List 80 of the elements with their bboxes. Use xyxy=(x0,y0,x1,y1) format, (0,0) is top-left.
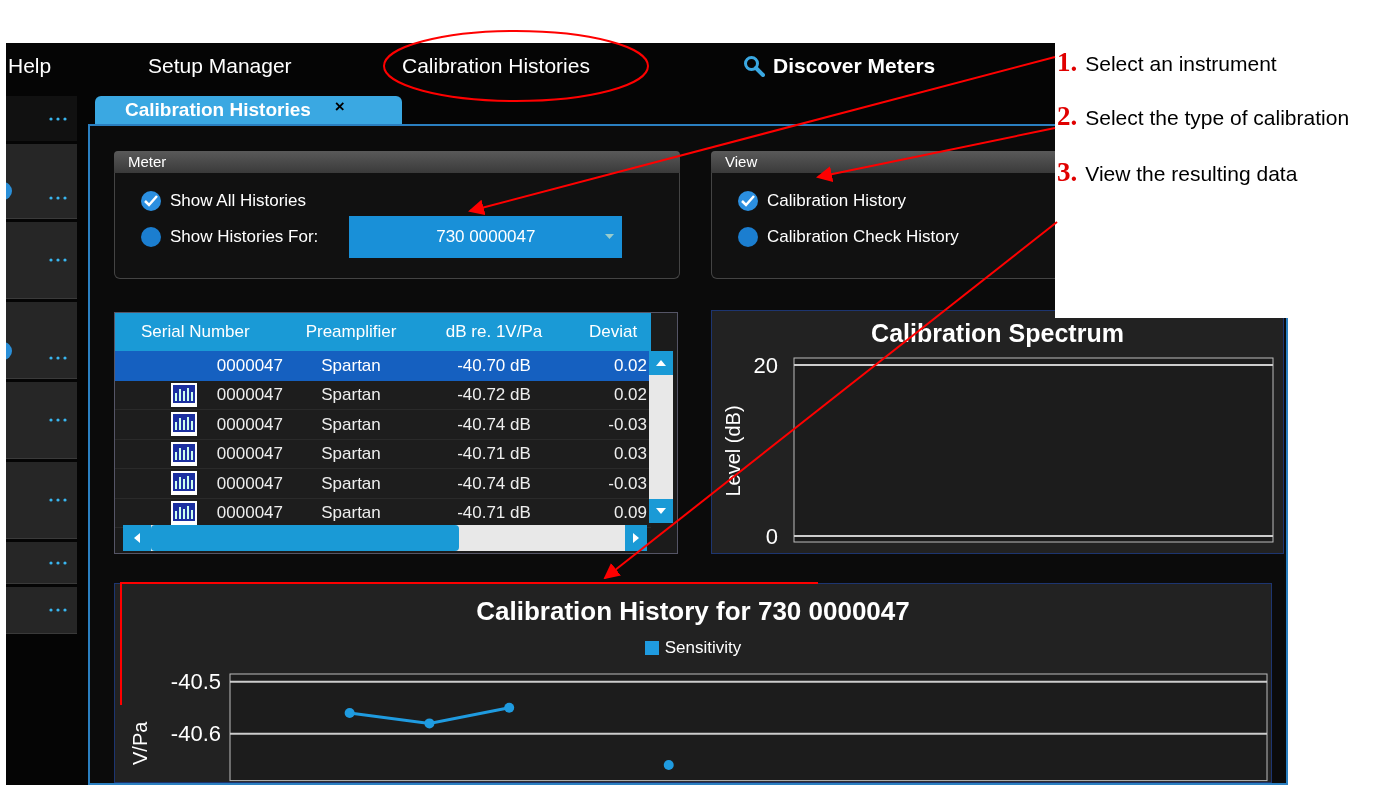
more-icon[interactable] xyxy=(49,258,67,262)
axis-tick-label: 20 xyxy=(753,353,778,378)
menu-item[interactable]: Setup Manager xyxy=(148,50,402,82)
down-arrow-icon xyxy=(656,508,666,514)
axis-tick-label: -40.6 xyxy=(170,720,221,746)
table-cell-text: -40.70 dB xyxy=(457,355,531,377)
table-cell-text: Spartan xyxy=(321,443,381,465)
close-button[interactable]: × xyxy=(334,94,345,120)
radio-button[interactable] xyxy=(738,191,758,211)
annotation-text: 1. Select an instrument xyxy=(1057,46,1278,79)
more-icon[interactable] xyxy=(49,116,67,121)
table-cell-text: Spartan xyxy=(321,355,381,377)
table-cell-text: Spartan xyxy=(321,413,381,436)
horizontal-scrollbar[interactable] xyxy=(123,525,647,551)
table-cell-text: 0000047 xyxy=(216,384,283,406)
option-label: Show All Histories xyxy=(170,190,307,213)
table-cell-text: 0000047 xyxy=(216,472,283,495)
more-icon[interactable] xyxy=(49,560,67,565)
radio-button[interactable] xyxy=(738,227,758,247)
table-cell-text: Spartan xyxy=(321,502,381,524)
option-label: Show Histories For: xyxy=(170,226,319,249)
radio-button[interactable] xyxy=(141,191,161,211)
spectrum-icon xyxy=(170,471,197,496)
spectrum-icon xyxy=(170,441,197,466)
more-icon[interactable] xyxy=(49,196,67,200)
search-icon xyxy=(743,55,765,77)
table-cell-text: 0000047 xyxy=(216,443,283,465)
table-cell-text: -40.71 dB xyxy=(457,502,531,524)
table-cell-text: -0.03 xyxy=(608,472,647,495)
table-row[interactable]: 0000047 Spartan -40.74 dB -0.03 xyxy=(115,410,651,440)
table-row[interactable]: 0000047 Spartan -40.70 dB 0.02 xyxy=(115,351,651,381)
caret-icon xyxy=(605,234,615,239)
table-cell-text: 0000047 xyxy=(216,502,283,524)
vertical-scrollbar[interactable] xyxy=(649,351,673,523)
data-point xyxy=(504,702,515,713)
menu-item[interactable]: Calibration Histories xyxy=(402,50,703,82)
more-icon[interactable] xyxy=(49,608,67,612)
spectrum-icon xyxy=(170,412,197,437)
option-label: Calibration Check History xyxy=(767,226,959,249)
left-arrow-icon xyxy=(134,533,140,543)
table-cell-text: 0000047 xyxy=(216,355,283,377)
table-row[interactable]: 0000047 Spartan -40.72 dB 0.02 xyxy=(115,380,651,410)
table-row[interactable]: 0000047 Spartan -40.71 dB 0.03 xyxy=(115,439,651,469)
table-cell-text: 0.03 xyxy=(613,443,647,465)
more-icon[interactable] xyxy=(49,418,67,422)
table-row[interactable]: 0000047 Spartan -40.74 dB -0.03 xyxy=(115,469,651,499)
discover-meters-button[interactable]: Discover Meters xyxy=(773,50,936,82)
axis-title: Level (dB) xyxy=(722,405,744,497)
group-header: Meter xyxy=(114,151,680,173)
axis-tick-label: 0 xyxy=(765,523,778,549)
more-icon[interactable] xyxy=(49,356,67,360)
table-cell-text: -40.74 dB xyxy=(457,472,531,495)
calibration-histories-tab[interactable]: Calibration Histories × xyxy=(95,96,402,124)
table-cell-text: -0.03 xyxy=(608,413,647,436)
data-point xyxy=(344,707,355,718)
table-cell-text: 0000047 xyxy=(216,413,283,436)
table-cell-text: -40.74 dB xyxy=(457,413,531,436)
scrollbar-thumb[interactable] xyxy=(151,525,459,551)
table-cell-text: 0.09 xyxy=(613,502,647,524)
data-point xyxy=(424,717,435,728)
more-icon[interactable] xyxy=(49,498,67,502)
table-cell-text: -40.71 dB xyxy=(457,443,531,465)
right-arrow-icon xyxy=(633,533,639,543)
table-cell-text: 0.02 xyxy=(613,384,647,406)
axis-tick-label: -40.5 xyxy=(170,668,221,694)
axis-title: V/Pa xyxy=(129,721,151,765)
data-point xyxy=(663,759,674,770)
table-cell-text: Spartan xyxy=(321,472,381,495)
legend-label: Sensitivity xyxy=(664,637,742,659)
up-arrow-icon xyxy=(656,360,666,366)
annotation-text: 2. Select the type of calibration xyxy=(1057,100,1351,133)
option-label: Calibration History xyxy=(767,190,906,213)
table-cell-text: -40.72 dB xyxy=(457,384,531,406)
table-cell-text: Spartan xyxy=(321,384,381,406)
spectrum-icon xyxy=(170,500,197,525)
radio-button[interactable] xyxy=(141,227,161,247)
table-cell-text: 0.02 xyxy=(613,355,647,377)
spectrum-icon xyxy=(170,382,197,407)
menu-item[interactable]: Help xyxy=(8,50,148,82)
chart-title: Calibration History for 730 0000047 xyxy=(476,595,910,628)
